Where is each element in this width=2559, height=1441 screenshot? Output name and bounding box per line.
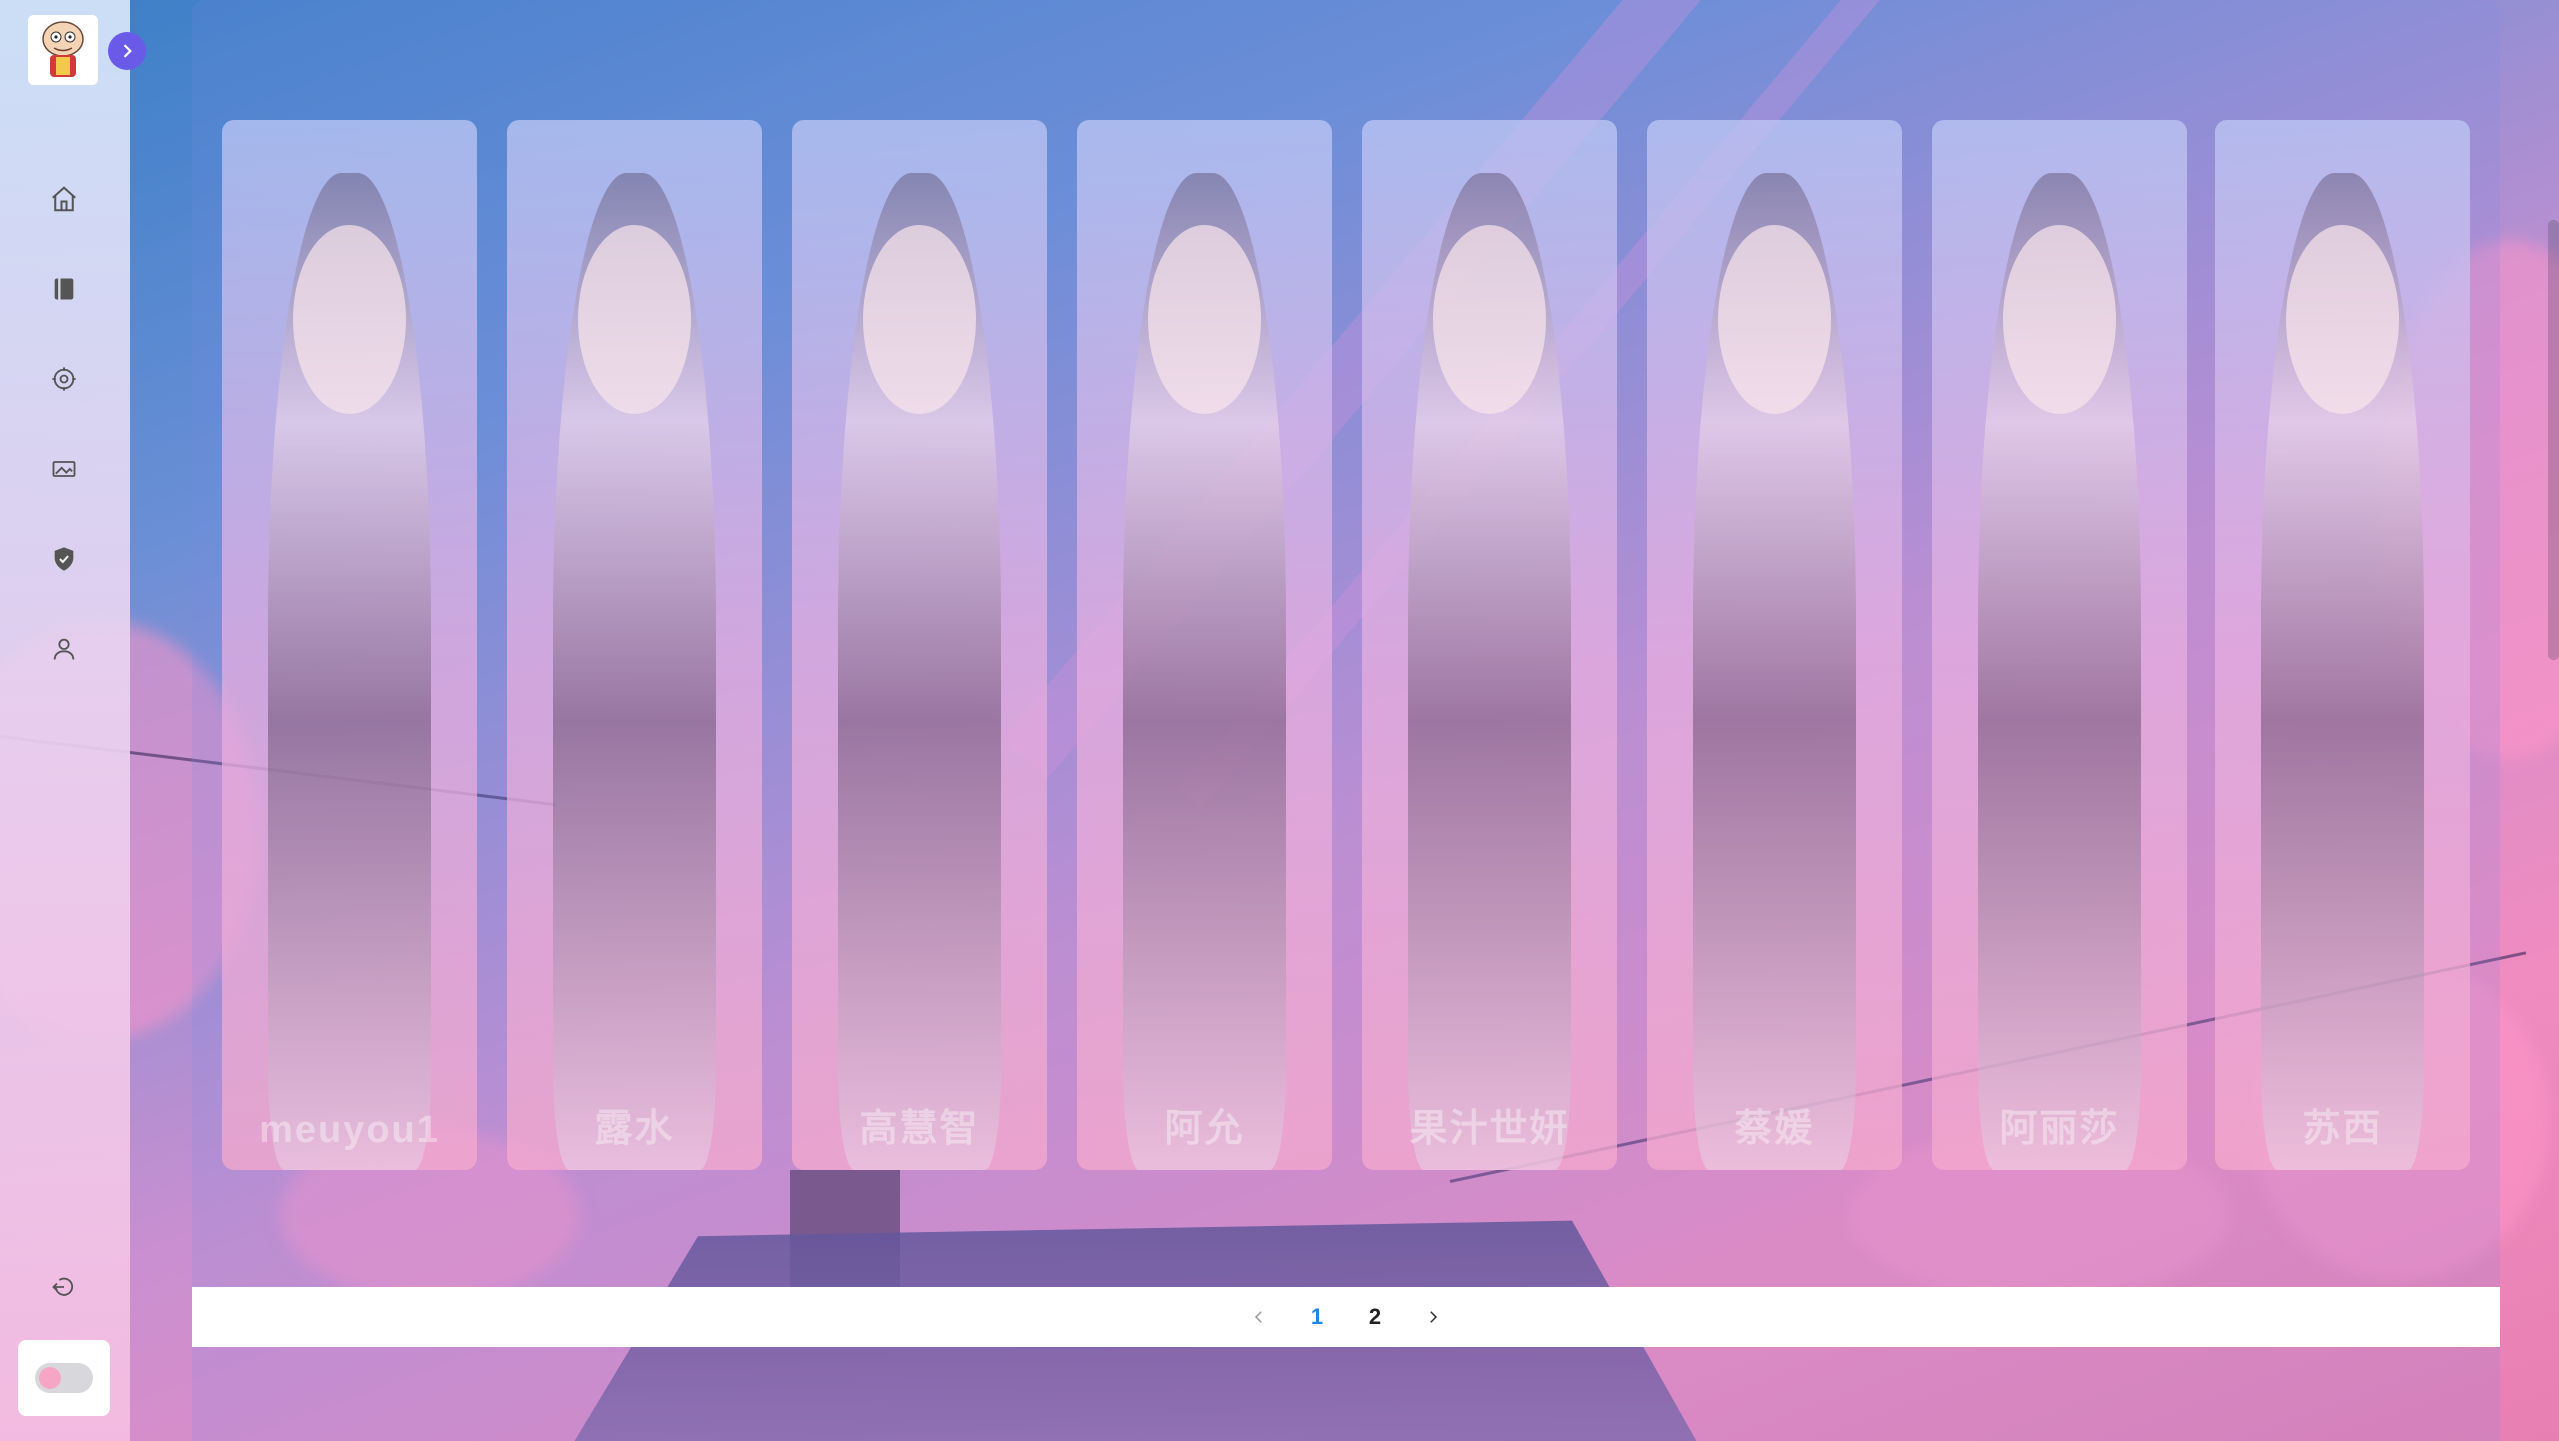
- card-name: 露水: [594, 1108, 675, 1150]
- book-icon: [54, 278, 74, 300]
- card-name: 高慧智: [859, 1108, 980, 1150]
- card-name: 果汁世妍: [1409, 1108, 1570, 1150]
- card-name: 苏西: [2302, 1108, 2383, 1150]
- card-name: 阿允: [1164, 1108, 1245, 1150]
- sidebar: [0, 0, 130, 1441]
- home-icon: [52, 186, 76, 212]
- card-face: [1433, 225, 1546, 414]
- model-card[interactable]: 阿允: [1077, 120, 1332, 1170]
- logout-button[interactable]: [45, 1268, 83, 1306]
- card-face: [1718, 225, 1831, 414]
- model-card[interactable]: meuyou1: [222, 120, 477, 1170]
- toggle-knob: [39, 1367, 61, 1389]
- nav-vip[interactable]: [45, 540, 83, 578]
- page-1-button[interactable]: 1: [1300, 1300, 1334, 1334]
- model-card[interactable]: 蔡媛: [1647, 120, 1902, 1170]
- shield-icon: [54, 547, 74, 571]
- next-page-button[interactable]: [1416, 1300, 1450, 1334]
- chevron-right-icon: [1430, 1311, 1438, 1323]
- card-face: [578, 225, 691, 414]
- card-gallery: meuyou1 露水 高慧智 阿允 果汁世妍 蔡媛 阿丽莎 苏西: [222, 120, 2470, 1170]
- logout-icon: [52, 1277, 74, 1296]
- card-face: [1148, 225, 1261, 414]
- nav-book[interactable]: [45, 270, 83, 308]
- card-name: 阿丽莎: [1999, 1108, 2120, 1150]
- expand-sidebar-button[interactable]: [108, 32, 146, 70]
- model-card[interactable]: 高慧智: [792, 120, 1047, 1170]
- model-card[interactable]: 露水: [507, 120, 762, 1170]
- nav-gallery[interactable]: [45, 450, 83, 488]
- prev-page-button[interactable]: [1242, 1300, 1276, 1334]
- page-2-button[interactable]: 2: [1358, 1300, 1392, 1334]
- model-card[interactable]: 阿丽莎: [1932, 120, 2187, 1170]
- compass-icon: [52, 367, 76, 391]
- nav-home[interactable]: [45, 180, 83, 218]
- theme-toggle-container: [18, 1340, 110, 1416]
- site-logo[interactable]: [28, 15, 98, 85]
- model-card[interactable]: 果汁世妍: [1362, 120, 1617, 1170]
- nav-discover[interactable]: [45, 360, 83, 398]
- page-scrollbar[interactable]: [2548, 220, 2559, 660]
- chevron-left-icon: [1254, 1311, 1262, 1323]
- pagination: 1 2: [192, 1287, 2500, 1347]
- card-face: [2003, 225, 2116, 414]
- theme-toggle[interactable]: [35, 1363, 93, 1393]
- card-name: 蔡媛: [1734, 1108, 1815, 1150]
- model-card[interactable]: 苏西: [2215, 120, 2470, 1170]
- image-icon: [52, 461, 76, 477]
- chevron-right-icon: [123, 44, 132, 58]
- nav-profile[interactable]: [45, 630, 83, 668]
- card-face: [293, 225, 406, 414]
- card-name: meuyou1: [259, 1109, 440, 1151]
- card-face: [863, 225, 976, 414]
- user-icon: [53, 638, 75, 660]
- card-face: [2286, 225, 2399, 414]
